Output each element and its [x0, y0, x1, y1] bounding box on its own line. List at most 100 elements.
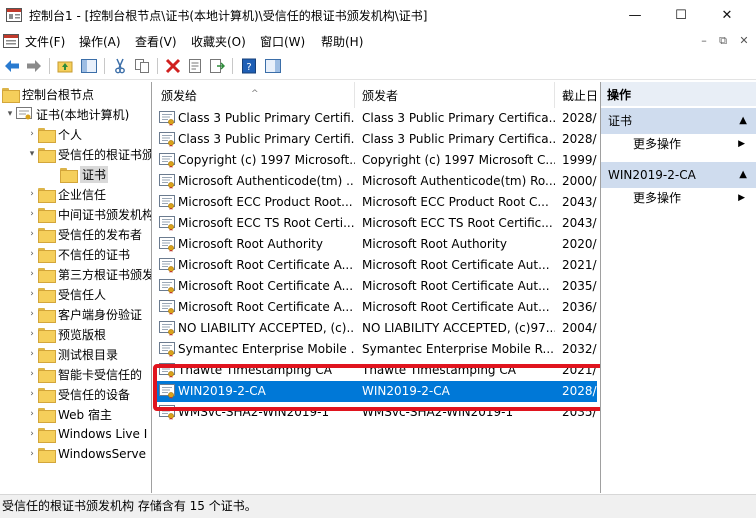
back-button[interactable] — [3, 57, 21, 75]
chevron-right-icon[interactable]: › — [26, 289, 38, 299]
cell-issued-to: NO LIABILITY ACCEPTED, (c)... — [178, 321, 355, 335]
more-actions-item[interactable]: 更多操作 ▶ — [601, 187, 756, 209]
chevron-right-icon[interactable]: › — [26, 269, 38, 279]
tree-item-smart-card-trusted-roots[interactable]: › 智能卡受信任的 — [26, 364, 142, 384]
chevron-right-icon[interactable]: › — [26, 349, 38, 359]
certificate-row[interactable]: Microsoft ECC Product Root... Microsoft E… — [155, 192, 597, 213]
certificate-row[interactable]: Microsoft Authenticode(tm) ... Microsoft … — [155, 171, 597, 192]
certificate-row[interactable]: Microsoft Root Certificate A... Microsoft… — [155, 297, 597, 318]
cell-issued-to: Microsoft ECC TS Root Certi... — [178, 216, 355, 230]
tree-item-label: 控制台根节点 — [22, 87, 95, 102]
folder-icon — [2, 87, 20, 103]
chevron-right-icon[interactable]: › — [26, 369, 38, 379]
minimize-button[interactable]: — — [612, 0, 658, 30]
chevron-right-icon[interactable]: › — [26, 449, 38, 459]
properties-button[interactable] — [186, 57, 204, 75]
chevron-right-icon[interactable]: › — [26, 249, 38, 259]
tree-item-enterprise-trust[interactable]: › 企业信任 — [26, 184, 106, 204]
menu-help[interactable]: 帮助(H) — [321, 33, 363, 50]
tree-item-third-party-root-ca[interactable]: › 第三方根证书颁发 — [26, 264, 152, 284]
chevron-down-icon[interactable]: ▾ — [4, 109, 16, 119]
certificate-row[interactable]: Symantec Enterprise Mobile ... Symantec E… — [155, 339, 597, 360]
delete-button[interactable] — [164, 57, 182, 75]
collapse-up-icon[interactable]: ▲ — [739, 108, 747, 134]
cell-issued-to: Microsoft Authenticode(tm) ... — [178, 174, 355, 188]
certificate-row[interactable]: Copyright (c) 1997 Microsoft... Copyright… — [155, 150, 597, 171]
actions-section-selected-cert[interactable]: WIN2019-2-CA ▲ — [601, 162, 756, 188]
show-hide-action-pane-button[interactable] — [264, 57, 282, 75]
mdi-minimize-button[interactable]: – — [696, 34, 712, 48]
tree-item-certificates[interactable]: 证书 — [60, 164, 109, 184]
maximize-button[interactable]: ☐ — [658, 0, 704, 30]
menu-favorites[interactable]: 收藏夹(O) — [191, 33, 246, 50]
column-header-issued-by[interactable]: 颁发者 — [356, 82, 555, 108]
chevron-down-icon[interactable]: ▾ — [26, 149, 38, 159]
actions-pane: 操作 证书 ▲ 更多操作 ▶ WIN2019-2-CA ▲ 更多操作 ▶ — [600, 82, 756, 493]
certificate-row[interactable]: Class 3 Public Primary Certifi... Class 3… — [155, 129, 597, 150]
chevron-right-icon[interactable]: › — [26, 209, 38, 219]
chevron-right-icon[interactable]: › — [26, 409, 38, 419]
forward-button[interactable] — [25, 57, 43, 75]
column-header-issued-to[interactable]: ^ 颁发给 — [155, 82, 355, 108]
chevron-right-icon[interactable]: › — [26, 309, 38, 319]
collapse-up-icon[interactable]: ▲ — [739, 162, 747, 188]
copy-button[interactable] — [133, 57, 151, 75]
certificate-row[interactable]: WIN2019-2-CA WIN2019-2-CA 2028/ — [155, 381, 597, 402]
menu-window[interactable]: 窗口(W) — [260, 33, 305, 50]
tree-item-trusted-publishers[interactable]: › 受信任的发布者 — [26, 224, 142, 244]
certificate-row[interactable]: Class 3 Public Primary Certifi... Class 3… — [155, 108, 597, 129]
cell-expiration: 2043/ — [562, 195, 597, 209]
folder-icon — [38, 187, 56, 203]
tree-item-intermediate-ca[interactable]: › 中间证书颁发机构 — [26, 204, 151, 224]
chevron-right-icon[interactable]: › — [26, 329, 38, 339]
close-button[interactable]: ✕ — [704, 0, 750, 30]
chevron-right-icon[interactable]: › — [26, 129, 38, 139]
tree-item-windows-live-id[interactable]: › Windows Live I — [26, 424, 147, 444]
tree-item-console-root[interactable]: 控制台根节点 — [2, 84, 94, 104]
tree-item-untrusted-certificates[interactable]: › 不信任的证书 — [26, 244, 130, 264]
certificate-row[interactable]: NO LIABILITY ACCEPTED, (c)... NO LIABILIT… — [155, 318, 597, 339]
tree-item-trusted-people[interactable]: › 受信任人 — [26, 284, 106, 304]
chevron-right-icon[interactable]: › — [26, 429, 38, 439]
chevron-right-icon[interactable]: › — [26, 189, 38, 199]
help-button[interactable]: ? — [240, 57, 258, 75]
certificate-row[interactable]: Microsoft Root Certificate A... Microsoft… — [155, 276, 597, 297]
tree-item-personal[interactable]: › 个人 — [26, 124, 82, 144]
tree-item-certificates-local-computer[interactable]: ▾ 证书(本地计算机) — [4, 104, 129, 124]
forward-arrow-icon — [27, 60, 41, 72]
export-list-button[interactable] — [208, 57, 226, 75]
show-hide-tree-button[interactable] — [80, 57, 98, 75]
certificate-row[interactable]: Microsoft ECC TS Root Certi... Microsoft … — [155, 213, 597, 234]
tree-item-windows-server[interactable]: › WindowsServe — [26, 444, 146, 464]
more-actions-item[interactable]: 更多操作 ▶ — [601, 133, 756, 155]
actions-title: 操作 — [601, 82, 756, 106]
cut-button[interactable] — [111, 57, 129, 75]
certificate-row[interactable]: Thawte Timestamping CA Thawte Timestampin… — [155, 360, 597, 381]
tree-item-test-roots[interactable]: › 测试根目录 — [26, 344, 118, 364]
cell-issued-by: Class 3 Public Primary Certifica... — [362, 132, 555, 146]
certificate-row[interactable]: Microsoft Root Authority Microsoft Root A… — [155, 234, 597, 255]
cell-issued-to: Thawte Timestamping CA — [178, 363, 332, 377]
certificate-row[interactable]: WMSvc-SHA2-WIN2019-1 WMSvc-SHA2-WIN2019-1… — [155, 402, 597, 423]
tree-item-web-hosting[interactable]: › Web 宿主 — [26, 404, 112, 424]
menu-action[interactable]: 操作(A) — [79, 33, 121, 50]
tree-item-preview-build-roots[interactable]: › 预览版根 — [26, 324, 106, 344]
cell-issued-by: Microsoft Root Certificate Aut... — [362, 300, 550, 314]
chevron-right-icon[interactable]: › — [26, 229, 38, 239]
folder-icon — [38, 307, 56, 323]
mdi-close-button[interactable]: ✕ — [736, 34, 752, 48]
column-header-label: 颁发者 — [362, 89, 399, 103]
chevron-right-icon[interactable]: › — [26, 389, 38, 399]
tree-item-trusted-root-ca[interactable]: ▾ 受信任的根证书颁 — [26, 144, 151, 164]
menu-view[interactable]: 查看(V) — [135, 33, 177, 50]
column-header-expiration[interactable]: 截止日 — [556, 82, 597, 108]
actions-section-certificates[interactable]: 证书 ▲ — [601, 108, 756, 134]
mdi-restore-button[interactable]: ⧉ — [715, 34, 731, 48]
certificate-row[interactable]: Microsoft Root Certificate A... Microsoft… — [155, 255, 597, 276]
tree-item-client-authentication[interactable]: › 客户端身份验证 — [26, 304, 142, 324]
up-one-level-button[interactable] — [56, 57, 74, 75]
folder-icon — [38, 427, 56, 443]
tree-item-trusted-devices[interactable]: › 受信任的设备 — [26, 384, 130, 404]
tree-item-label: 第三方根证书颁发 — [58, 267, 152, 282]
menu-file[interactable]: 文件(F) — [25, 33, 65, 50]
